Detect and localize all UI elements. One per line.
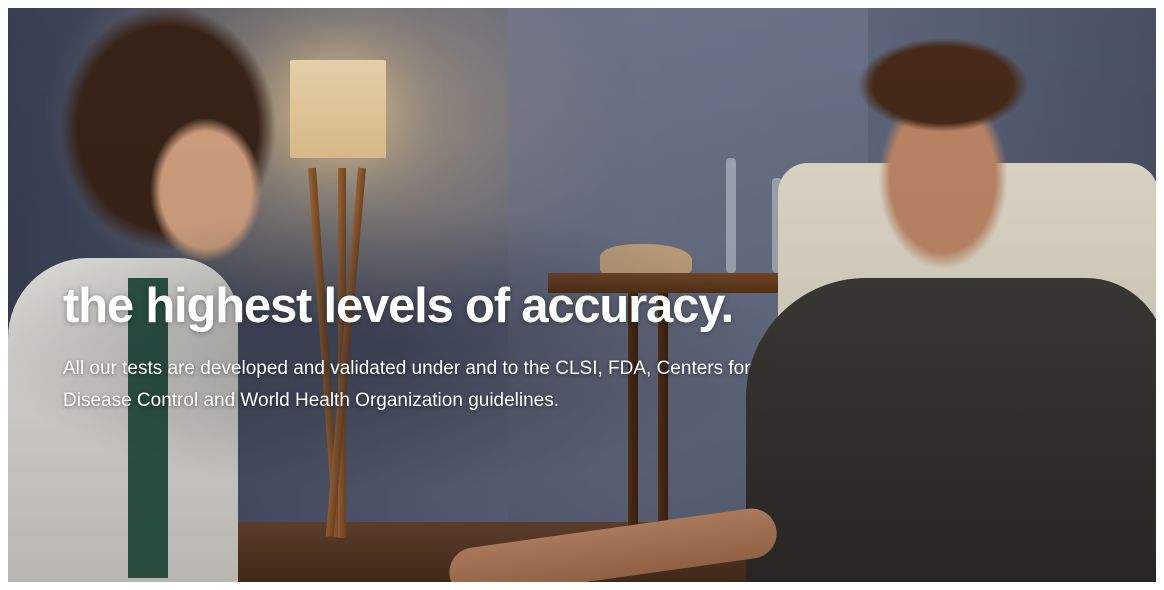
hero-banner: the highest levels of accuracy. All our … [8,8,1156,582]
hero-headline: the highest levels of accuracy. [63,279,734,333]
hero-description: All our tests are developed and validate… [63,358,751,411]
